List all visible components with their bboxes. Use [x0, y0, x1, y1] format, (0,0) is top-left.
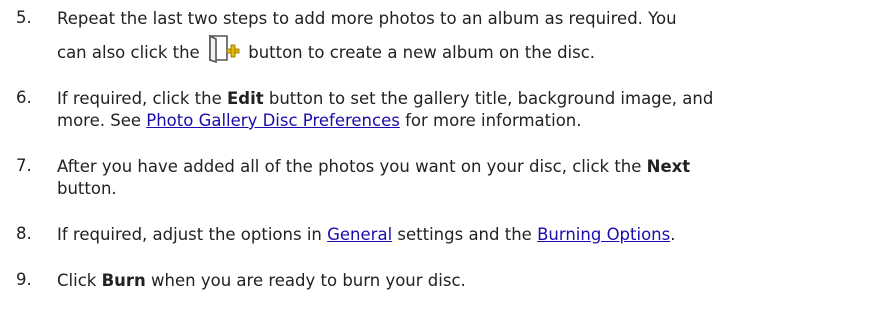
- next-button-label: Next: [646, 157, 691, 176]
- text-segment: button to set the gallery title, backgro…: [268, 89, 714, 108]
- step-number: 7.: [16, 156, 32, 175]
- text-segment: for more information.: [405, 111, 582, 130]
- step-8-line-1: If required, adjust the options in Gener…: [57, 224, 877, 245]
- text-segment: more. See: [57, 111, 142, 130]
- text-segment: when you are ready to burn your disc.: [151, 271, 466, 290]
- step-6-line-2: more. See Photo Gallery Disc Preferences…: [57, 110, 877, 131]
- step-number: 9.: [16, 270, 32, 289]
- step-7-line-2: button.: [57, 179, 117, 198]
- step-text: Repeat the last two steps to add more ph…: [57, 8, 877, 64]
- step-5-line-1: Repeat the last two steps to add more ph…: [57, 9, 677, 28]
- text-segment: Click: [57, 271, 97, 290]
- edit-button-label: Edit: [226, 89, 264, 108]
- general-settings-link[interactable]: General: [327, 225, 392, 244]
- step-text: After you have added all of the photos y…: [57, 156, 877, 199]
- step-number: 8.: [16, 224, 32, 243]
- text-segment: After you have added all of the photos y…: [57, 157, 642, 176]
- burning-options-link[interactable]: Burning Options: [537, 225, 670, 244]
- text-segment: settings and the: [397, 225, 532, 244]
- step-text: If required, click the Edit button to se…: [57, 88, 877, 131]
- step-text: If required, adjust the options in Gener…: [57, 224, 877, 245]
- step-7-line-1: After you have added all of the photos y…: [57, 156, 877, 177]
- step-5-line-2: can also click the button to create a ne…: [57, 34, 877, 64]
- text-segment: button to create a new album on the disc…: [248, 43, 596, 62]
- step-text: Click Burn when you are ready to burn yo…: [57, 270, 877, 291]
- step-6-line-1: If required, click the Edit button to se…: [57, 88, 877, 109]
- step-number: 5.: [16, 8, 32, 27]
- text-segment: can also click the: [57, 43, 200, 62]
- text-segment: If required, click the: [57, 89, 222, 108]
- burn-button-label: Burn: [101, 271, 146, 290]
- text-segment: .: [670, 225, 676, 244]
- instruction-steps-list: 5. Repeat the last two steps to add more…: [0, 0, 884, 315]
- add-album-icon: [207, 34, 240, 63]
- step-number: 6.: [16, 88, 32, 107]
- step-9-line-1: Click Burn when you are ready to burn yo…: [57, 270, 877, 291]
- text-segment: If required, adjust the options in: [57, 225, 322, 244]
- photo-gallery-preferences-link[interactable]: Photo Gallery Disc Preferences: [146, 111, 400, 130]
